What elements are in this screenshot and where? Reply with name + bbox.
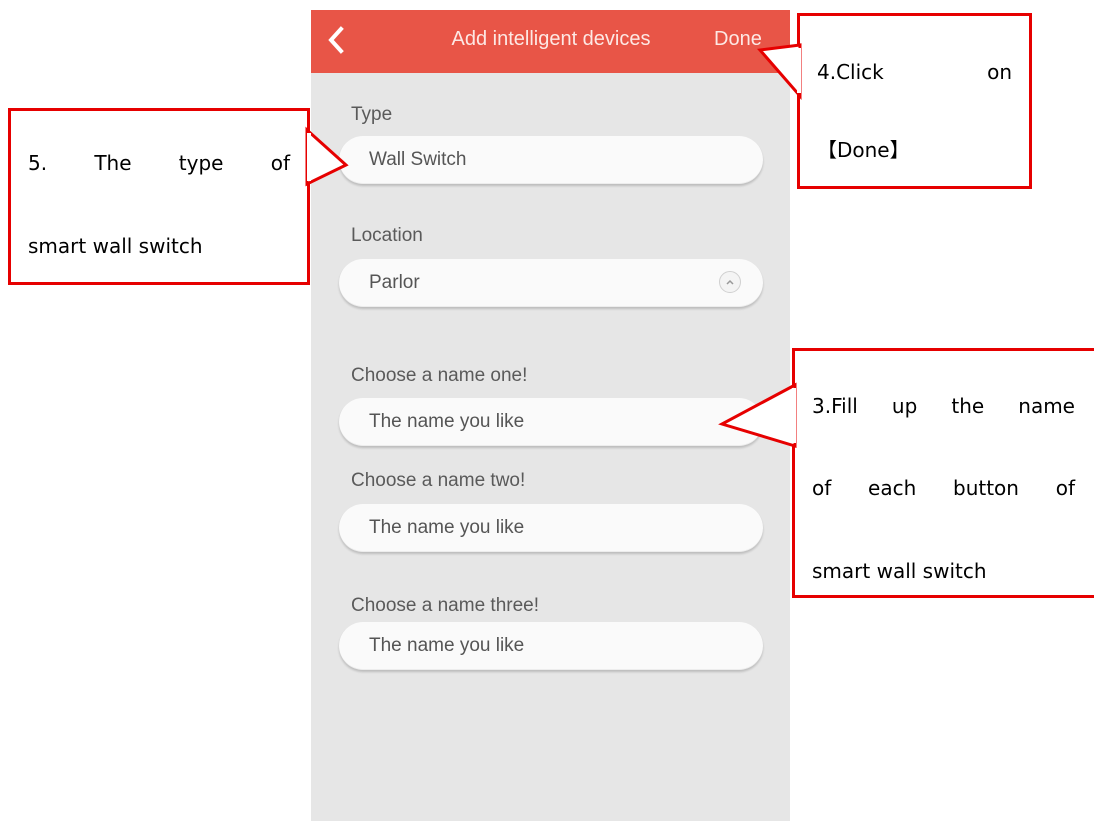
app-screen: Add intelligent devices Done Type Wall S… xyxy=(311,10,790,821)
name-one-label: Choose a name one! xyxy=(351,365,528,386)
name-one-field[interactable] xyxy=(339,398,763,446)
callout-step3-line2: of each button of xyxy=(812,476,1075,500)
callout-step5: 5. The type of smart wall switch xyxy=(8,108,310,285)
type-value: Wall Switch xyxy=(369,149,467,170)
name-two-label: Choose a name two! xyxy=(351,470,526,491)
callout-step4-line1: 4.Click on xyxy=(817,60,1012,84)
name-three-field[interactable] xyxy=(339,622,763,670)
header-bar: Add intelligent devices Done xyxy=(311,10,790,73)
chevron-up-icon xyxy=(719,271,741,293)
type-field[interactable]: Wall Switch xyxy=(339,136,763,184)
name-two-field[interactable] xyxy=(339,504,763,552)
back-button[interactable] xyxy=(319,20,355,60)
location-value: Parlor xyxy=(369,272,420,293)
callout-step4-line2: 【Done】 xyxy=(817,138,910,162)
callout-step5-line2: smart wall switch xyxy=(28,234,203,258)
done-button[interactable]: Done xyxy=(714,28,762,51)
callout-step3-line1: 3.Fill up the name xyxy=(812,394,1075,418)
name-three-label: Choose a name three! xyxy=(351,595,540,616)
callout-step3-line3: smart wall switch xyxy=(812,559,987,583)
page-title: Add intelligent devices xyxy=(451,28,651,50)
callout-step5-line1: 5. The type of xyxy=(28,151,290,175)
name-three-input[interactable] xyxy=(369,622,699,670)
name-two-input[interactable] xyxy=(369,504,699,552)
chevron-left-icon xyxy=(328,26,344,54)
location-select[interactable]: Parlor xyxy=(339,259,763,307)
location-label: Location xyxy=(351,225,423,246)
type-label: Type xyxy=(351,104,393,125)
callout-step4: 4.Click on 【Done】 xyxy=(797,13,1032,189)
name-one-input[interactable] xyxy=(369,398,699,446)
callout-step3: 3.Fill up the name of each button of sma… xyxy=(792,348,1094,598)
